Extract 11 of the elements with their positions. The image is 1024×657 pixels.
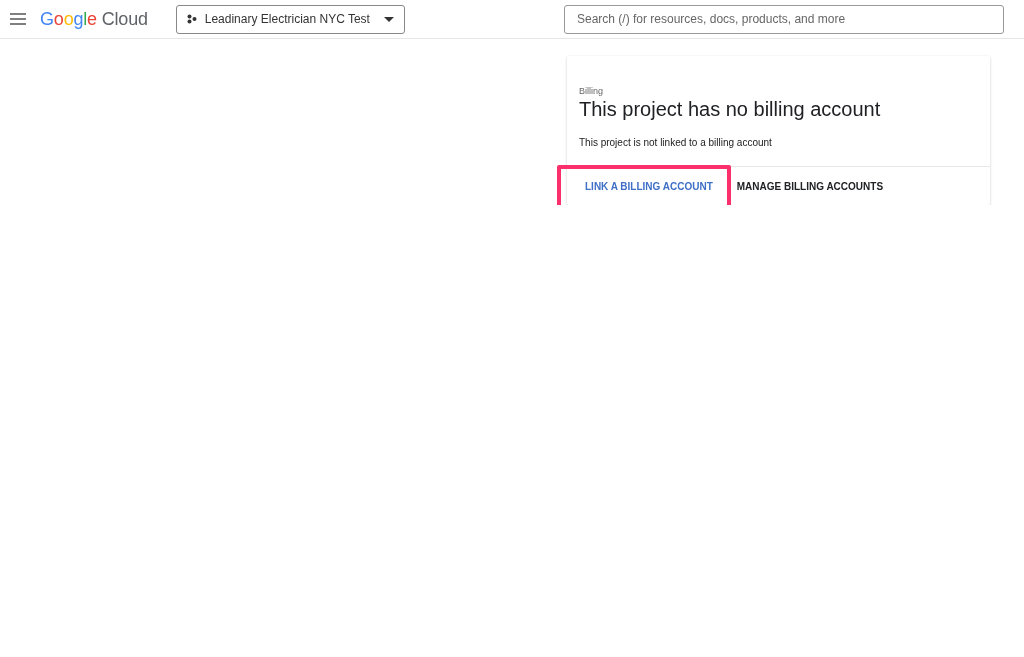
project-icon bbox=[186, 14, 197, 24]
card-overline: Billing bbox=[579, 86, 604, 96]
google-cloud-logo[interactable]: Google Cloud bbox=[40, 8, 148, 30]
card-title: This project has no billing account bbox=[579, 98, 882, 121]
search-field[interactable]: Search (/) for resources, docs, products, and more bbox=[564, 4, 1004, 34]
dropdown-caret-icon bbox=[383, 16, 394, 22]
manage-billing-button[interactable]: MANAGE BILLING ACCOUNTS bbox=[726, 172, 894, 200]
menu-icon[interactable] bbox=[10, 13, 26, 25]
project-selector[interactable]: Leadinary Electrician NYC Test bbox=[175, 4, 405, 34]
link-billing-button[interactable]: LINK A BILLING ACCOUNT bbox=[575, 172, 723, 200]
card-description: This project is not linked to a billing account bbox=[579, 137, 773, 148]
